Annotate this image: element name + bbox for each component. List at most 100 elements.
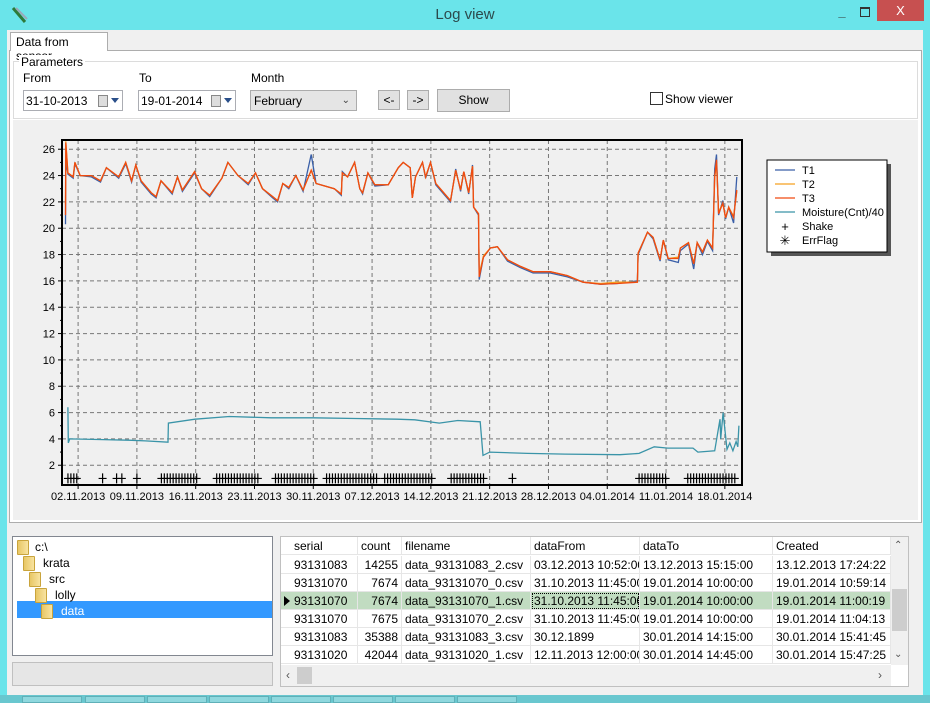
dropdown-arrow-icon <box>111 98 119 103</box>
from-label: From <box>23 71 51 85</box>
parameters-group-label: Parameters <box>19 55 86 69</box>
dropdown-arrow-icon <box>224 98 232 103</box>
table-row[interactable]: 93131083 35388 data_93131083_3.csv 30.12.18… <box>281 628 892 646</box>
column-header-datato[interactable]: dataTo <box>640 537 773 555</box>
vertical-scrollbar[interactable]: ⌃ ⌄ <box>891 537 908 665</box>
cell-datafrom: 31.10.2013 11:45:00 <box>531 574 640 592</box>
x-tick-label: 16.11.2013 <box>169 491 223 503</box>
x-tick-label: 30.11.2013 <box>286 491 340 503</box>
row-indicator-icon <box>284 596 290 606</box>
cell-datafrom: 31.10.2013 11:45:00 <box>531 592 640 610</box>
taskbar-button[interactable] <box>395 696 455 703</box>
x-tick-label: 23.11.2013 <box>227 491 281 503</box>
cell-serial: 93131070 <box>291 574 358 592</box>
from-date-picker[interactable]: 31-10-2013 <box>23 90 123 111</box>
tree-node-label: data <box>61 604 85 618</box>
cell-serial: 93131083 <box>291 556 358 574</box>
tab-data-from-sensor[interactable]: Data from sensor <box>10 32 108 63</box>
plot-area <box>62 140 742 485</box>
cell-filename: data_93131020_1.csv <box>402 646 531 664</box>
y-tick-label: 26 <box>43 144 55 156</box>
horizontal-scroll-thumb[interactable] <box>297 667 312 684</box>
show-viewer-checkbox[interactable] <box>650 92 663 105</box>
folder-tree[interactable]: c:\ krata src lolly data <box>12 536 273 656</box>
horizontal-scrollbar[interactable]: ‹ › <box>281 665 891 686</box>
y-tick-label: 2 <box>49 460 55 472</box>
close-button[interactable]: X <box>877 0 924 21</box>
table-row[interactable]: 93131070 7674 data_93131070_0.csv 31.10.201… <box>281 574 892 592</box>
scroll-right-icon[interactable]: › <box>878 668 882 682</box>
previous-month-button[interactable]: <- <box>378 90 400 110</box>
cell-datafrom: 30.12.1899 <box>531 628 640 646</box>
column-header-datafrom[interactable]: dataFrom <box>531 537 640 555</box>
taskbar-button[interactable] <box>147 696 207 703</box>
column-header-serial[interactable]: serial <box>291 537 358 555</box>
legend-label: T1 <box>802 165 815 177</box>
scroll-left-icon[interactable]: ‹ <box>286 668 290 682</box>
taskbar-button[interactable] <box>85 696 145 703</box>
cell-created: 19.01.2014 11:04:13 <box>773 610 891 628</box>
cell-count: 7674 <box>358 574 402 592</box>
legend-label: ErrFlag <box>802 235 838 247</box>
y-tick-label: 14 <box>43 302 55 314</box>
cell-filename: data_93131083_2.csv <box>402 556 531 574</box>
legend-label: Shake <box>802 221 833 233</box>
y-tick-label: 18 <box>43 250 55 262</box>
cell-serial: 93131083 <box>291 628 358 646</box>
chevron-down-icon: ⌄ <box>341 95 350 106</box>
cell-serial: 93131070 <box>291 592 358 610</box>
folder-icon <box>29 572 41 587</box>
taskbar-button[interactable] <box>22 696 82 703</box>
next-month-button[interactable]: -> <box>407 90 429 110</box>
cell-created: 30.01.2014 15:41:45 <box>773 628 891 646</box>
folder-icon <box>17 540 29 555</box>
status-box <box>12 662 273 686</box>
column-header-count[interactable]: count <box>358 537 402 555</box>
tree-selection-highlight <box>17 601 272 618</box>
cell-count: 35388 <box>358 628 402 646</box>
table-row[interactable]: 93131020 42044 data_93131020_1.csv 12.11.20… <box>281 646 892 664</box>
show-button[interactable]: Show <box>437 89 510 112</box>
calendar-icon <box>98 95 108 107</box>
x-tick-label: 09.11.2013 <box>110 491 164 503</box>
cell-filename: data_93131070_1.csv <box>402 592 531 610</box>
vertical-scroll-thumb[interactable] <box>892 589 907 631</box>
y-tick-label: 24 <box>43 171 55 183</box>
to-date-picker[interactable]: 19-01-2014 <box>138 90 236 111</box>
cell-serial: 93131020 <box>291 646 358 664</box>
cell-count: 14255 <box>358 556 402 574</box>
cell-count: 42044 <box>358 646 402 664</box>
asterisk-icon: ✳ <box>780 233 791 248</box>
cell-filename: data_93131083_3.csv <box>402 628 531 646</box>
month-label: Month <box>251 71 285 85</box>
tree-node-label: c:\ <box>35 540 48 554</box>
to-date-value: 19-01-2014 <box>141 94 203 108</box>
minimize-button[interactable]: _ <box>830 2 854 24</box>
taskbar-button[interactable] <box>209 696 269 703</box>
chart-panel: 2 4 6 8 10 12 14 16 18 20 22 24 26 02.11.2013 09.11.20… <box>13 120 918 520</box>
cell-datafrom: 03.12.2013 10:52:00 <box>531 556 640 574</box>
legend-label: T3 <box>802 193 815 205</box>
calendar-icon <box>211 95 221 107</box>
maximize-button[interactable] <box>853 2 877 24</box>
table-header: serial count filename dataFrom dataTo Created <box>281 537 892 555</box>
month-select[interactable]: February ⌄ <box>250 90 357 111</box>
x-tick-label: 02.11.2013 <box>51 491 105 503</box>
x-tick-label: 14.12.2013 <box>403 491 458 503</box>
cell-datato: 19.01.2014 10:00:00 <box>640 592 773 610</box>
column-header-filename[interactable]: filename <box>402 537 531 555</box>
scroll-down-icon[interactable]: ⌄ <box>894 649 902 660</box>
table-row[interactable]: 93131070 7675 data_93131070_2.csv 31.10.201… <box>281 610 892 628</box>
scroll-up-icon[interactable]: ⌃ <box>894 540 902 551</box>
y-tick-label: 8 <box>49 381 55 393</box>
taskbar-button[interactable] <box>333 696 393 703</box>
tree-node-label: src <box>49 572 65 586</box>
cell-created: 19.01.2014 11:00:19 <box>773 592 891 610</box>
taskbar-button[interactable] <box>457 696 517 703</box>
cell-datato: 19.01.2014 10:00:00 <box>640 574 773 592</box>
cell-serial: 93131070 <box>291 610 358 628</box>
table-row[interactable]: 93131070 7674 data_93131070_1.csv 31.10.201… <box>281 592 892 610</box>
taskbar-button[interactable] <box>271 696 331 703</box>
column-header-created[interactable]: Created <box>773 537 891 555</box>
table-row[interactable]: 93131083 14255 data_93131083_2.csv 03.12.20… <box>281 556 892 574</box>
